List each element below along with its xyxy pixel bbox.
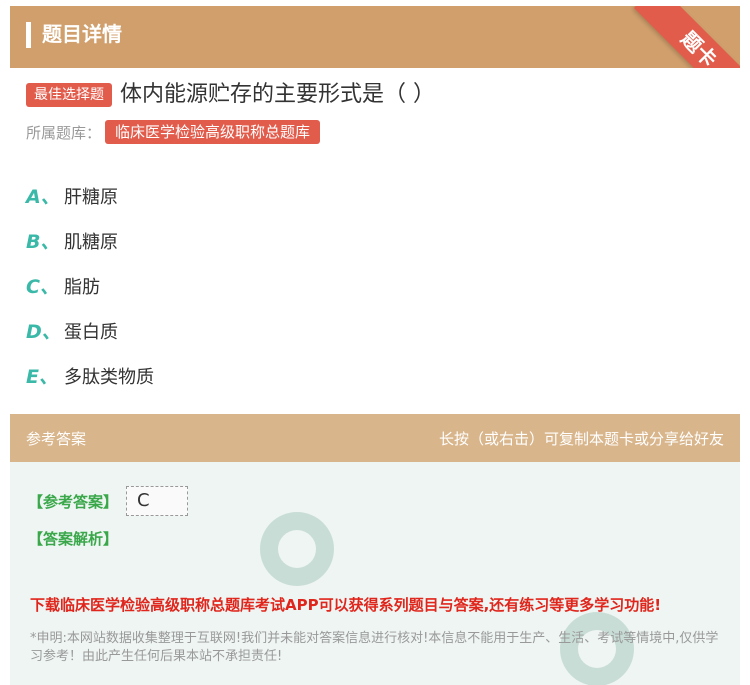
option-text: 脂肪 xyxy=(64,276,100,298)
ribbon-label: 题卡 xyxy=(633,6,740,68)
explanation-line: 【答案解析】 xyxy=(28,528,118,549)
disclaimer-text: *申明:本网站数据收集整理于互联网!我们并未能对答案信息进行核对!本信息不能用于… xyxy=(30,631,719,664)
option-text: 肌糖原 xyxy=(64,231,118,253)
answer-body: 【参考答案】 C 【答案解析】 下载临床医学检验高级职称总题库考试APP可以获得… xyxy=(10,462,740,685)
option-letter: E、 xyxy=(26,366,58,388)
explanation-label: 【答案解析】 xyxy=(28,530,119,548)
answer-value: C xyxy=(126,486,189,516)
share-hint: 长按（或右击）可复制本题卡或分享给好友 xyxy=(438,430,724,448)
answer-label: 【参考答案】 xyxy=(28,492,119,511)
detail-header: 题目详情 题卡 xyxy=(10,6,740,68)
question-row: 最佳选择题 体内能源贮存的主要形式是（ ） xyxy=(26,80,435,110)
option-d[interactable]: D、 蛋白质 xyxy=(26,308,154,353)
header-accent-bar xyxy=(26,22,31,48)
watermark-logo-icon xyxy=(260,512,334,586)
options-list: A、 肝糖原 B、 肌糖原 C、 脂肪 D、 蛋白质 E、 多肽类物质 xyxy=(26,173,154,398)
option-e[interactable]: E、 多肽类物质 xyxy=(26,353,154,398)
bank-link[interactable]: 临床医学检验高级职称总题库 xyxy=(105,120,321,144)
option-letter: D、 xyxy=(26,321,61,343)
card-ribbon: 题卡 xyxy=(630,6,740,68)
option-letter: A、 xyxy=(26,186,60,208)
page-title: 题目详情 xyxy=(42,22,122,46)
answer-header: 参考答案 长按（或右击）可复制本题卡或分享给好友 xyxy=(10,414,740,462)
option-letter: C、 xyxy=(26,276,59,298)
option-text: 蛋白质 xyxy=(64,321,118,343)
question-text: 体内能源贮存的主要形式是（ ） xyxy=(120,82,435,107)
answer-line: 【参考答案】 C xyxy=(28,486,189,516)
option-letter: B、 xyxy=(26,231,60,253)
option-text: 多肽类物质 xyxy=(64,366,154,388)
answer-header-title: 参考答案 xyxy=(26,430,87,448)
option-c[interactable]: C、 脂肪 xyxy=(26,263,154,308)
question-type-tag: 最佳选择题 xyxy=(26,83,112,107)
option-a[interactable]: A、 肝糖原 xyxy=(26,173,154,218)
question-bank-row: 所属题库： 临床医学检验高级职称总题库 xyxy=(26,120,321,144)
option-text: 肝糖原 xyxy=(64,186,118,208)
bank-label: 所属题库： xyxy=(26,123,102,142)
app-download-promo[interactable]: 下载临床医学检验高级职称总题库考试APP可以获得系列题目与答案,还有练习等更多学… xyxy=(30,594,730,615)
option-b[interactable]: B、 肌糖原 xyxy=(26,218,154,263)
